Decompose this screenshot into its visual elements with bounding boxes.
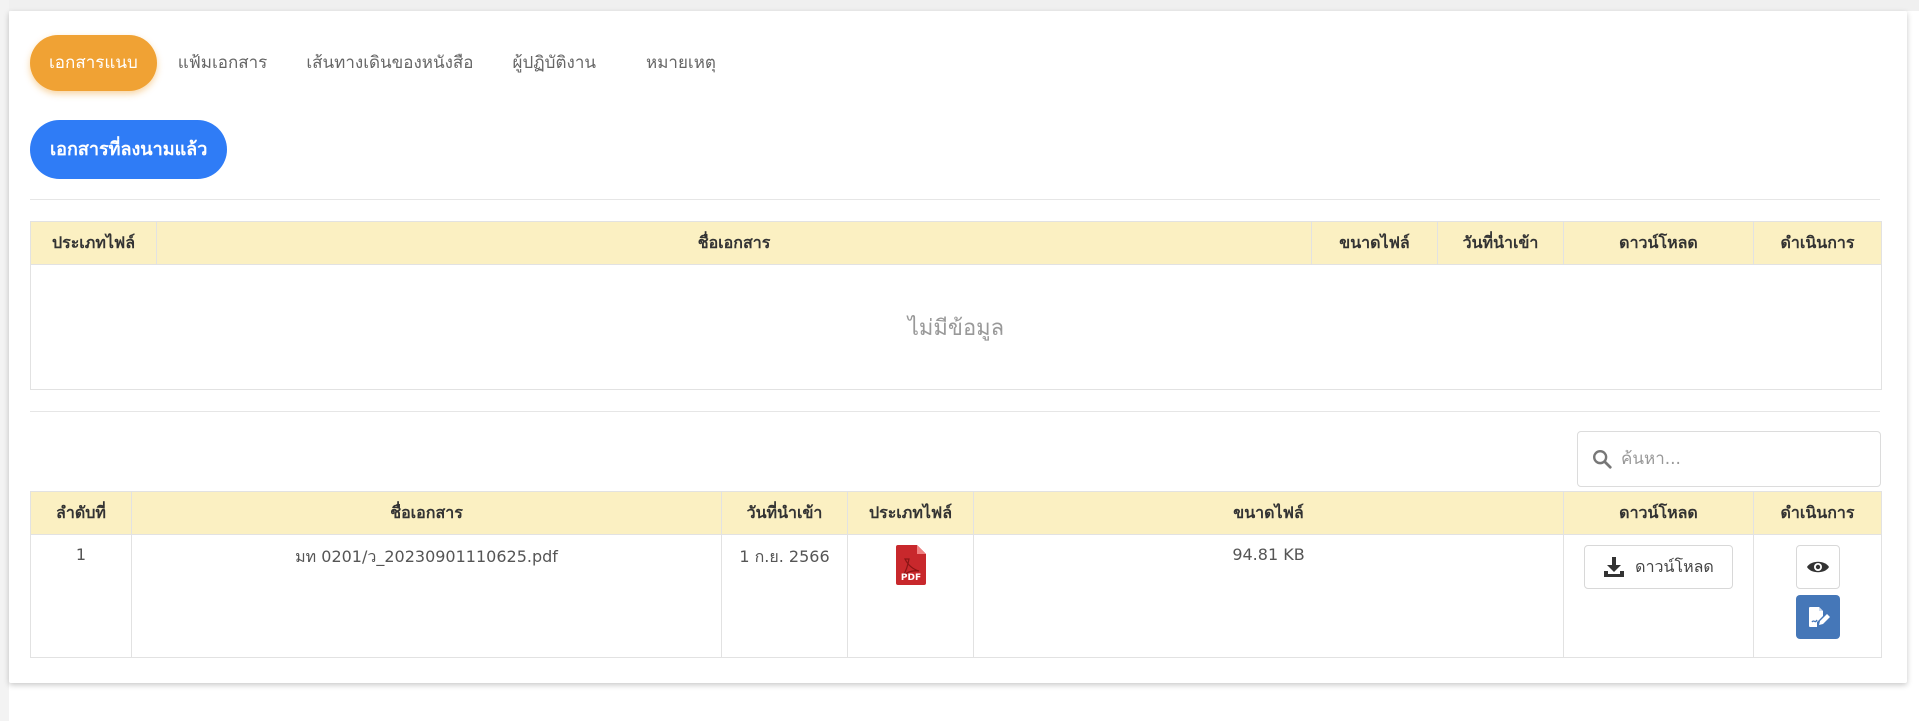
column-header-file-type: ประเภทไฟล์ [847, 491, 974, 535]
row-actions-cell [1753, 534, 1882, 658]
column-header-document-name: ชื่อเอกสาร [156, 221, 1312, 265]
column-header-file-type: ประเภทไฟล์ [30, 221, 157, 265]
tab-document-folder[interactable]: แฟ้มเอกสาร [178, 35, 268, 91]
column-header-import-date: วันที่นำเข้า [721, 491, 848, 535]
tab-bar: เอกสารแนบ แฟ้มเอกสาร เส้นทางเดินของหนังส… [30, 35, 716, 91]
divider [30, 199, 1880, 200]
edit-document-icon [1808, 607, 1830, 627]
empty-message: ไม่มีข้อมูล [30, 264, 1882, 390]
edit-document-button[interactable] [1795, 595, 1840, 639]
tab-remarks[interactable]: หมายเหตุ [646, 35, 716, 91]
divider [30, 411, 1880, 412]
row-index: 1 [30, 534, 132, 658]
tab-attachments[interactable]: เอกสารแนบ [30, 35, 157, 91]
signed-documents-table: ประเภทไฟล์ ชื่อเอกสาร ขนาดไฟล์ วันที่นำเ… [30, 221, 1882, 390]
view-button[interactable] [1795, 545, 1840, 589]
table-header-row: ประเภทไฟล์ ชื่อเอกสาร ขนาดไฟล์ วันที่นำเ… [30, 221, 1882, 265]
column-header-index: ลำดับที่ [30, 491, 132, 535]
action-buttons [1754, 545, 1881, 639]
table-header-row: ลำดับที่ ชื่อเอกสาร วันที่นำเข้า ประเภทไ… [30, 491, 1882, 535]
row-download-cell: ดาวน์โหลด [1563, 534, 1754, 658]
tab-operators[interactable]: ผู้ปฏิบัติงาน [513, 35, 596, 91]
column-header-document-name: ชื่อเอกสาร [131, 491, 722, 535]
search-icon [1593, 450, 1612, 469]
pdf-file-icon: PDF [895, 545, 926, 585]
column-header-download: ดาวน์โหลด [1563, 491, 1754, 535]
search-box[interactable] [1577, 431, 1881, 487]
document-panel: เอกสารแนบ แฟ้มเอกสาร เส้นทางเดินของหนังส… [9, 11, 1907, 683]
row-file-size: 94.81 KB [973, 534, 1564, 658]
empty-row: ไม่มีข้อมูล [30, 264, 1882, 390]
row-document-name: มท 0201/ว_20230901110625.pdf [131, 534, 722, 658]
download-icon [1604, 557, 1625, 577]
column-header-download: ดาวน์โหลด [1563, 221, 1754, 265]
column-header-file-size: ขนาดไฟล์ [1311, 221, 1438, 265]
top-background-strip [0, 0, 1919, 11]
column-header-actions: ดำเนินการ [1753, 221, 1882, 265]
tab-document-route[interactable]: เส้นทางเดินของหนังสือ [306, 35, 473, 91]
column-header-file-size: ขนาดไฟล์ [973, 491, 1564, 535]
download-button[interactable]: ดาวน์โหลด [1584, 545, 1733, 589]
signed-documents-button[interactable]: เอกสารที่ลงนามแล้ว [30, 120, 228, 179]
table-row: 1 มท 0201/ว_20230901110625.pdf 1 ก.ย. 25… [30, 534, 1882, 658]
row-import-date: 1 ก.ย. 2566 [721, 534, 848, 658]
row-file-type: PDF [847, 534, 974, 658]
download-label: ดาวน์โหลด [1635, 556, 1714, 576]
pdf-label: PDF [900, 573, 920, 583]
column-header-actions: ดำเนินการ [1753, 491, 1882, 535]
search-input[interactable] [1621, 449, 1861, 469]
left-background-strip [0, 0, 9, 721]
column-header-import-date: วันที่นำเข้า [1437, 221, 1564, 265]
eye-icon [1806, 561, 1829, 573]
attachments-table: ลำดับที่ ชื่อเอกสาร วันที่นำเข้า ประเภทไ… [30, 491, 1882, 658]
